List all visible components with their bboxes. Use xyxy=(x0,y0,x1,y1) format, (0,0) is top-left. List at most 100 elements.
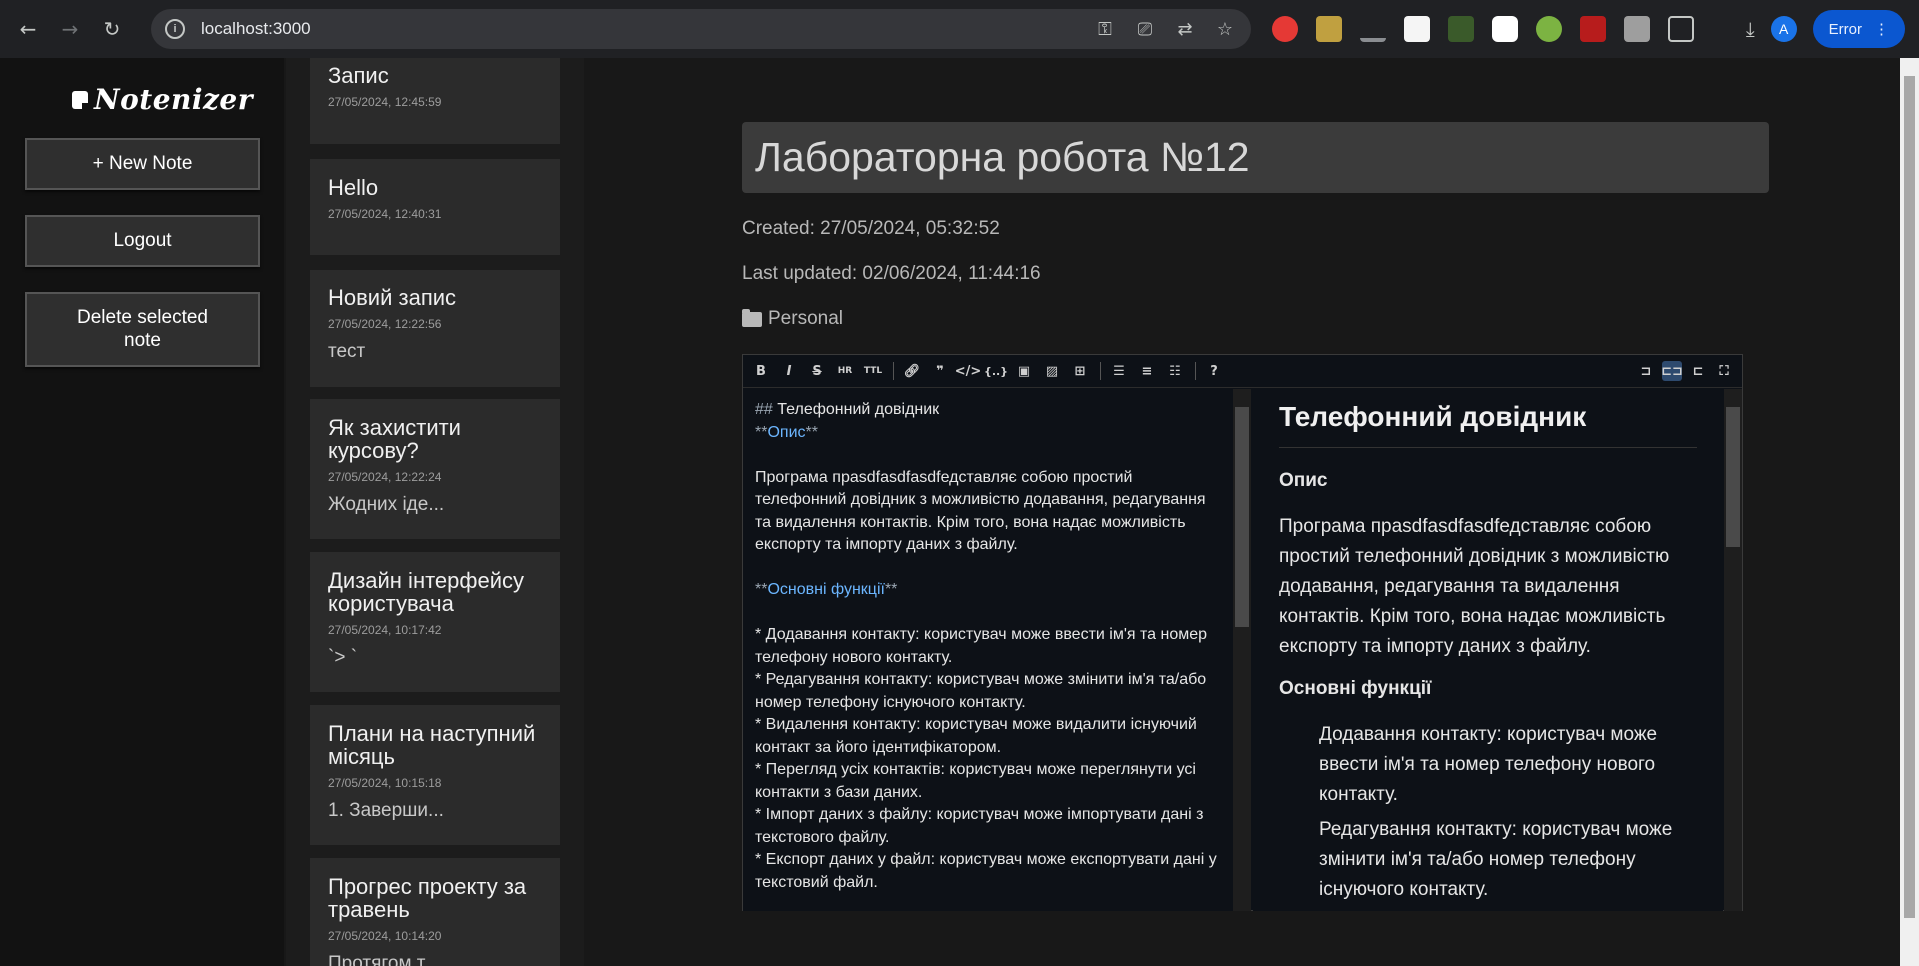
unordered-list-icon[interactable]: ☰ xyxy=(1109,361,1129,381)
code-icon[interactable]: </> xyxy=(955,361,982,381)
help-icon[interactable]: ? xyxy=(1204,361,1224,381)
note-icon xyxy=(72,90,88,109)
extension-flag-icon[interactable] xyxy=(1404,16,1430,42)
reload-icon[interactable]: ↻ xyxy=(98,15,126,43)
extensions-bar xyxy=(1272,16,1694,42)
src-list-item: * Експорт даних у файл: користувач може … xyxy=(755,851,1217,891)
fullscreen-icon[interactable]: ⛶ xyxy=(1714,361,1734,381)
preview-scrollbar[interactable] xyxy=(1724,389,1742,911)
strikethrough-icon[interactable]: S xyxy=(807,361,827,381)
horizontal-rule-icon[interactable]: HR xyxy=(835,361,855,381)
src-heading-mark: ## xyxy=(755,401,778,418)
image-icon[interactable]: ▨ xyxy=(1042,361,1062,381)
preview-scroll-thumb[interactable] xyxy=(1726,407,1740,547)
back-icon[interactable]: ← xyxy=(14,15,42,43)
src-list-item: * Імпорт даних з файлу: користувач може … xyxy=(755,806,1204,846)
note-title: Hello xyxy=(328,175,379,200)
note-date: 27/05/2024, 12:22:24 xyxy=(328,470,442,485)
src-opys: Опис xyxy=(767,423,806,441)
code-block-icon[interactable]: {..} xyxy=(984,361,1008,381)
markdown-preview: Телефонний довідник Опис Програма прasdf… xyxy=(1253,389,1723,911)
note-title: Запис xyxy=(328,63,389,88)
table-icon[interactable]: ⊞ xyxy=(1070,361,1090,381)
page-scrollbar[interactable] xyxy=(1900,58,1919,966)
note-title: Новий запис xyxy=(328,285,457,310)
download-icon[interactable]: ⤓ xyxy=(1746,17,1755,41)
new-note-button[interactable]: + New Note xyxy=(25,138,260,190)
source-scrollbar[interactable] xyxy=(1233,389,1251,911)
url-text[interactable]: localhost:3000 xyxy=(201,19,311,39)
src-bold-mark: ** xyxy=(755,581,768,598)
preview-heading: Телефонний довідник xyxy=(1279,401,1697,448)
extension-bug-icon[interactable] xyxy=(1448,16,1474,42)
src-heading-line: ## Телефонний довідник xyxy=(755,399,1221,422)
markdown-source[interactable]: ## Телефонний довідник **Опис** Програма… xyxy=(743,389,1233,911)
checklist-icon[interactable]: ☷ xyxy=(1165,361,1185,381)
preview-list-item: Редагування контакту: користувач може зм… xyxy=(1319,819,1673,900)
note-card[interactable]: Hello 27/05/2024, 12:40:31 xyxy=(310,159,560,255)
forward-icon[interactable]: → xyxy=(56,15,84,43)
app-logo: Notenizer xyxy=(72,83,253,116)
extension-stop-icon[interactable] xyxy=(1272,16,1298,42)
preview-func: Основні функції xyxy=(1279,678,1432,699)
src-heading: Телефонний довідник xyxy=(777,401,940,418)
src-list-item: * Редагування контакту: користувач може … xyxy=(755,671,1207,711)
folder-name: Personal xyxy=(768,308,843,329)
browser-toolbar: ← → ↻ i localhost:3000 ⚿ ⎚ ⇄ ☆ ⤓ A Error… xyxy=(0,0,1919,58)
src-func: Основні функції xyxy=(767,581,885,598)
toolbar-divider xyxy=(1100,362,1101,380)
note-title: Плани на наступний місяць xyxy=(328,721,536,770)
note-title-input[interactable]: Лабораторна робота №12 xyxy=(742,122,1769,193)
note-card[interactable]: Прогрес проекту за травень 27/05/2024, 1… xyxy=(310,858,560,966)
error-button[interactable]: Error ⋮ xyxy=(1812,10,1905,48)
extension-chart-icon[interactable] xyxy=(1360,16,1386,42)
preview-list: Додавання контакту: користувач може ввес… xyxy=(1279,720,1697,905)
toolbar-divider xyxy=(893,362,894,380)
note-card[interactable]: Новий запис 27/05/2024, 12:22:56 тест xyxy=(310,270,560,387)
page-scroll-thumb[interactable] xyxy=(1904,76,1915,918)
app: Notenizer + New Note Logout Delete selec… xyxy=(0,58,1900,966)
italic-icon[interactable]: I xyxy=(779,361,799,381)
note-title: Як захистити курсову? xyxy=(328,415,461,464)
src-bold-mark: ** xyxy=(805,423,818,441)
site-info-icon[interactable]: i xyxy=(165,19,185,39)
note-card[interactable]: Дизайн інтерфейсу користувача 27/05/2024… xyxy=(310,552,560,692)
editor-only-icon[interactable]: ⊐ xyxy=(1636,361,1656,381)
profile-avatar[interactable]: A xyxy=(1770,16,1797,42)
delete-note-button[interactable]: Delete selected note xyxy=(25,292,260,367)
src-list-item: * Перегляд усіх контактів: користувач мо… xyxy=(755,761,1196,801)
link-icon[interactable]: 🔗︎ xyxy=(902,361,922,381)
title-icon[interactable]: TTL xyxy=(863,361,883,381)
extension-puzzle-gray-icon[interactable] xyxy=(1624,16,1650,42)
note-preview: Жодних іде... xyxy=(328,494,445,516)
translate-icon[interactable]: ⇄ xyxy=(1173,17,1197,41)
preview-only-icon[interactable]: ⊏ xyxy=(1688,361,1708,381)
extension-plus-icon[interactable] xyxy=(1536,16,1562,42)
note-date: 27/05/2024, 12:22:56 xyxy=(328,317,442,332)
extension-grid-icon[interactable] xyxy=(1580,16,1606,42)
src-opys-line: **Опис** xyxy=(755,422,1221,445)
src-list-item: * Видалення контакту: користувач може ви… xyxy=(755,716,1197,756)
password-key-icon[interactable]: ⚿ xyxy=(1093,17,1117,41)
logout-button[interactable]: Logout xyxy=(25,215,260,267)
address-bar[interactable]: i localhost:3000 ⚿ ⎚ ⇄ ☆ xyxy=(151,9,1251,49)
ordered-list-icon[interactable]: ≡ xyxy=(1137,361,1157,381)
note-card[interactable]: Запис 27/05/2024, 12:45:59 xyxy=(310,58,560,144)
install-app-icon[interactable]: ⎚ xyxy=(1133,17,1157,41)
comment-icon[interactable]: ▣ xyxy=(1014,361,1034,381)
source-scroll-thumb[interactable] xyxy=(1235,407,1249,627)
editor-toolbar: B I S HR TTL 🔗︎ ❞ </> {..} ▣ ▨ ⊞ ☰ ≡ ☷ ? xyxy=(743,355,1742,388)
markdown-editor: B I S HR TTL 🔗︎ ❞ </> {..} ▣ ▨ ⊞ ☰ ≡ ☷ ? xyxy=(742,354,1743,911)
extensions-menu-icon[interactable] xyxy=(1668,16,1694,42)
updated-date: Last updated: 02/06/2024, 11:44:16 xyxy=(742,263,1041,284)
note-date: 27/05/2024, 10:15:18 xyxy=(328,776,442,791)
bold-icon[interactable]: B xyxy=(751,361,771,381)
extension-android-icon[interactable] xyxy=(1316,16,1342,42)
note-card[interactable]: Плани на наступний місяць 27/05/2024, 10… xyxy=(310,705,560,845)
split-view-icon[interactable]: ⊏⊐ xyxy=(1661,361,1683,381)
extension-hex-icon[interactable] xyxy=(1492,16,1518,42)
note-card[interactable]: Як захистити курсову? 27/05/2024, 12:22:… xyxy=(310,399,560,539)
quote-icon[interactable]: ❞ xyxy=(930,361,950,381)
bookmark-star-icon[interactable]: ☆ xyxy=(1213,17,1237,41)
folder-label[interactable]: Personal xyxy=(742,308,843,330)
